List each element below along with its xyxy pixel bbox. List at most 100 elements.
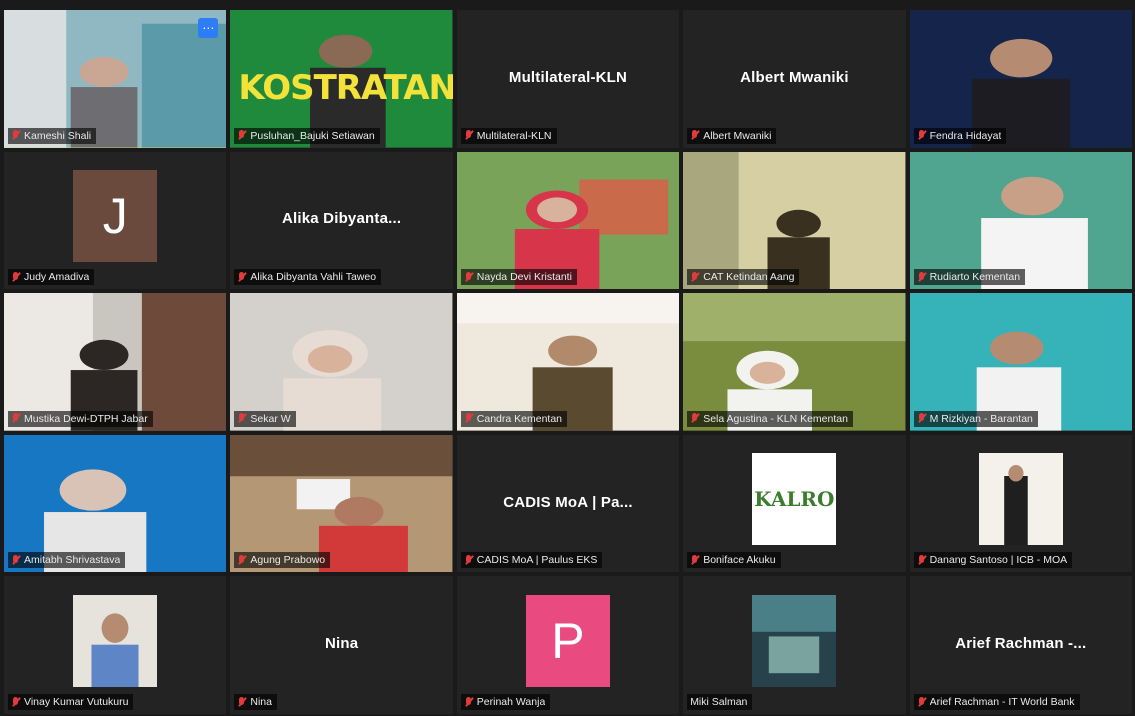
participant-name: Fendra Hidayat	[929, 129, 1002, 142]
mic-muted-icon	[464, 130, 473, 141]
participant-name-label: Danang Santoso | ICB - MOA	[913, 552, 1073, 569]
avatar: P	[525, 595, 610, 688]
participant-tile[interactable]: Nina Nina	[230, 576, 453, 714]
participant-name: Miki Salman	[690, 696, 748, 708]
participant-tile[interactable]: Amitabh Shrivastava	[4, 434, 227, 573]
participant-tile[interactable]: Rudiarto Kementan	[909, 151, 1132, 290]
mic-muted-icon	[11, 130, 20, 141]
participant-name: Candra Kementan	[476, 412, 563, 425]
participant-name: Sekar W	[250, 412, 291, 425]
participant-name: Pusluhan_Bajuki Setiawan	[250, 129, 375, 142]
overflow-icon[interactable]: ⋯	[198, 18, 219, 38]
participant-name-label: Sela Agustina - KLN Kementan	[687, 410, 853, 427]
participant-name-label: Albert Mwaniki	[687, 127, 777, 144]
participant-name-label: Pusluhan_Bajuki Setiawan	[234, 127, 380, 144]
participant-name: Multilateral-KLN	[476, 129, 552, 142]
mic-muted-icon	[917, 554, 926, 566]
participant-tile[interactable]: Nayda Devi Kristanti	[456, 151, 680, 290]
mic-muted-icon	[464, 554, 473, 566]
participant-name: CAT Ketindan Aang	[703, 271, 795, 284]
participant-name-center: Multilateral-KLN	[508, 68, 628, 86]
participant-name-label: Sekar W	[234, 410, 296, 427]
participant-tile[interactable]: Vinay Kumar Vutukuru	[4, 576, 227, 714]
participant-name-label: Nina	[234, 694, 277, 710]
participant-name-label: Arief Rachman - IT World Bank	[913, 694, 1080, 710]
participant-name-label: Fendra Hidayat	[913, 127, 1007, 144]
participant-tile[interactable]: Danang Santoso | ICB - MOA	[909, 434, 1132, 573]
mic-muted-icon	[237, 554, 246, 566]
participant-tile[interactable]: CADIS MoA | Pa... CADIS MoA | Paulus EKS	[456, 434, 680, 573]
mic-muted-icon	[237, 413, 246, 424]
participant-name-label: Miki Salman	[687, 694, 753, 710]
mic-muted-icon	[917, 696, 926, 708]
participant-name: Albert Mwaniki	[703, 129, 772, 142]
participant-name-label: Candra Kementan	[460, 410, 568, 427]
mic-muted-icon	[690, 554, 699, 566]
participant-name: M Rizkiyan - Barantan	[929, 412, 1033, 425]
participant-name-center: Albert Mwaniki	[740, 68, 849, 86]
participant-tile[interactable]: P Perinah Wanja	[456, 576, 680, 714]
participant-tile[interactable]: Sela Agustina - KLN Kementan	[683, 293, 906, 431]
participant-name: Rudiarto Kementan	[929, 271, 1021, 284]
participant-name: Alika Dibyanta Vahli Taweo	[250, 271, 377, 284]
mic-muted-icon	[464, 696, 473, 708]
participant-name-center: Nina	[324, 634, 359, 652]
mic-muted-icon	[917, 413, 926, 424]
mic-muted-icon	[11, 554, 20, 566]
profile-picture	[752, 595, 837, 688]
organization-logo: KALRO	[752, 453, 837, 546]
participant-tile[interactable]: Alika Dibyanta... Alika Dibyanta Vahli Ta…	[230, 151, 453, 290]
participant-name: Boniface Akuku	[703, 554, 776, 567]
participant-name-label: Mustika Dewi-DTPH Jabar	[8, 410, 153, 427]
mic-muted-icon	[464, 271, 473, 283]
participant-tile[interactable]: Sekar W	[230, 293, 453, 431]
participant-name-label: Amitabh Shrivastava	[8, 552, 126, 569]
participant-name: Arief Rachman - IT World Bank	[929, 696, 1075, 708]
participant-tile[interactable]: KOSTRATANI Pusluhan_Bajuki Setiawan	[230, 10, 453, 148]
participant-name: Judy Amadiva	[24, 271, 90, 284]
participant-name: Amitabh Shrivastava	[24, 554, 121, 567]
mic-muted-icon	[917, 130, 926, 141]
participant-tile[interactable]: Fendra Hidayat	[909, 10, 1132, 148]
participant-name-label: Agung Prabowo	[234, 552, 331, 569]
mic-muted-icon	[11, 271, 20, 283]
participant-tile[interactable]: ⋯ Kameshi Shali	[4, 10, 227, 148]
participant-name: CADIS MoA | Paulus EKS	[476, 554, 598, 567]
mic-muted-icon	[237, 130, 246, 141]
participant-tile[interactable]: Mustika Dewi-DTPH Jabar	[4, 293, 227, 431]
participant-tile[interactable]: Albert Mwaniki Albert Mwaniki	[683, 10, 906, 148]
participant-tile[interactable]: Miki Salman	[683, 576, 906, 714]
participant-name: Vinay Kumar Vutukuru	[24, 696, 129, 708]
participant-tile[interactable]: Agung Prabowo	[230, 434, 453, 573]
participant-tile[interactable]: CAT Ketindan Aang	[683, 151, 906, 290]
logo-text: KALRO	[754, 487, 835, 512]
participant-name-center: Alika Dibyanta...	[281, 210, 402, 228]
participant-tile[interactable]: Arief Rachman -... Arief Rachman - IT Wor…	[909, 576, 1132, 714]
participant-name: Danang Santoso | ICB - MOA	[929, 554, 1068, 567]
mic-muted-icon	[11, 413, 20, 424]
participant-name-label: Judy Amadiva	[8, 269, 95, 286]
participant-name: Nayda Devi Kristanti	[476, 271, 572, 284]
participant-name-label: Perinah Wanja	[460, 694, 551, 710]
participant-name-center: CADIS MoA | Pa...	[503, 493, 633, 511]
participant-name-center: Arief Rachman -...	[955, 634, 1087, 652]
participant-name-label: CADIS MoA | Paulus EKS	[460, 552, 603, 569]
avatar: J	[73, 170, 158, 263]
participant-name: Perinah Wanja	[476, 696, 546, 708]
participant-name-label: Kameshi Shali	[8, 127, 97, 144]
participant-name: Mustika Dewi-DTPH Jabar	[24, 412, 148, 425]
mic-muted-icon	[690, 271, 699, 283]
participant-name-label: M Rizkiyan - Barantan	[913, 410, 1038, 427]
mic-muted-icon	[464, 413, 473, 424]
participant-tile[interactable]: KALRO Boniface Akuku	[683, 434, 906, 573]
participant-name-label: Alika Dibyanta Vahli Taweo	[234, 269, 382, 286]
participant-tile[interactable]: Candra Kementan	[456, 293, 680, 431]
participant-name-label: Rudiarto Kementan	[913, 269, 1026, 286]
participant-tile[interactable]: M Rizkiyan - Barantan	[909, 293, 1132, 431]
profile-picture	[978, 453, 1063, 546]
participant-tile[interactable]: J Judy Amadiva	[4, 151, 227, 290]
participant-name-label: CAT Ketindan Aang	[687, 269, 800, 286]
participant-name: Nina	[250, 696, 272, 708]
profile-picture	[73, 595, 158, 688]
participant-tile[interactable]: Multilateral-KLN Multilateral-KLN	[456, 10, 680, 148]
